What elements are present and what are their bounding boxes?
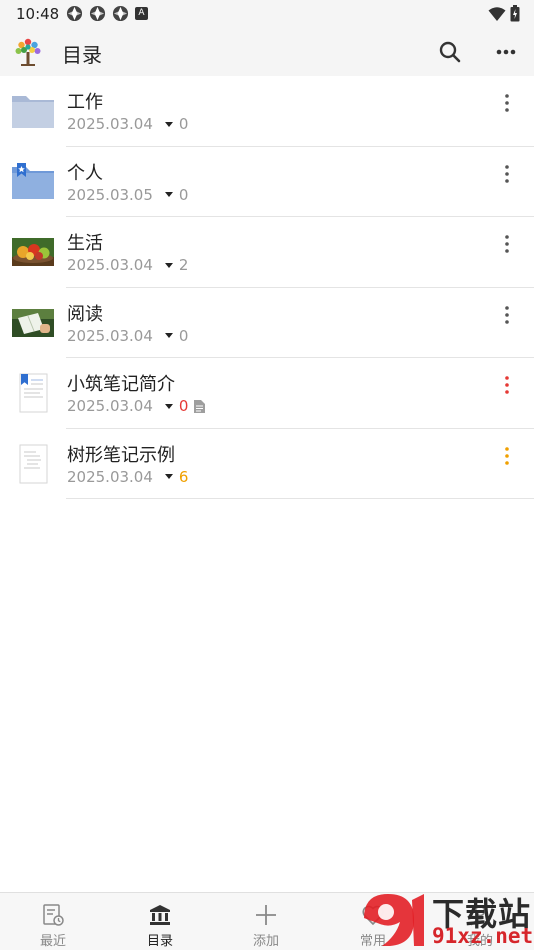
caret-down-icon[interactable] — [164, 403, 173, 409]
item-count: 0 — [178, 185, 189, 204]
watermark-text-bottom: 91xz.net — [432, 924, 534, 948]
battery-icon — [510, 5, 520, 22]
caret-down-icon[interactable] — [164, 474, 173, 479]
nav-label: 最近 — [39, 934, 66, 949]
status-system-icons — [488, 5, 520, 22]
item-date: 2025.03.04 — [67, 115, 153, 133]
divider — [66, 498, 534, 499]
item-count: 6 — [178, 467, 189, 486]
bookmark-folder-icon — [12, 162, 54, 199]
item-meta: 2025.03.04 6 — [67, 468, 188, 486]
item-meta: 2025.03.04 0 — [67, 397, 206, 415]
app-notification-icon — [66, 5, 83, 22]
more-vertical-icon[interactable] — [496, 163, 518, 185]
item-date: 2025.03.04 — [67, 256, 153, 274]
item-date: 2025.03.04 — [67, 326, 153, 345]
status-bar: 10:48 A — [0, 0, 534, 28]
nav-label: 目录 — [146, 934, 173, 949]
fruit-photo-icon — [12, 238, 54, 266]
wifi-icon — [488, 6, 506, 21]
more-horizontal-icon[interactable] — [492, 38, 520, 66]
page-title: 目录 — [62, 43, 102, 67]
item-date: 2025.03.04 — [67, 397, 153, 415]
document-icon — [19, 444, 48, 483]
status-time: 10:48 — [16, 5, 60, 23]
a-badge-icon: A — [135, 7, 148, 20]
item-date: 2025.03.04 — [67, 467, 153, 486]
app-notification-icon — [89, 5, 106, 22]
more-vertical-icon[interactable] — [496, 374, 518, 396]
item-date: 2025.03.05 — [67, 185, 153, 204]
status-notification-icons: A — [66, 5, 148, 22]
item-meta: 2025.03.04 0 — [67, 115, 188, 133]
more-vertical-icon[interactable] — [496, 304, 518, 326]
app-notification-icon — [112, 5, 129, 22]
nav-add[interactable]: 添加 — [213, 893, 319, 950]
list-item[interactable]: 阅读 2025.03.04 0 — [0, 288, 534, 358]
item-title: 生活 — [67, 233, 103, 254]
item-title: 个人 — [67, 162, 103, 184]
list-item[interactable]: 树形笔记示例 2025.03.04 6 — [0, 429, 534, 499]
item-title: 树形笔记示例 — [67, 444, 175, 466]
reading-photo-icon — [12, 308, 54, 337]
app-bar: 目录 — [0, 28, 534, 76]
caret-down-icon[interactable] — [164, 262, 173, 268]
caret-down-icon[interactable] — [164, 121, 173, 127]
list-item[interactable]: 小筑笔记简介 2025.03.04 0 — [0, 358, 534, 429]
list-item[interactable]: 个人 2025.03.05 0 — [0, 147, 534, 217]
caret-down-icon[interactable] — [164, 333, 173, 338]
nav-recent[interactable]: 最近 — [0, 893, 106, 950]
item-meta: 2025.03.04 2 — [67, 256, 188, 274]
item-title: 阅读 — [67, 303, 103, 325]
more-vertical-icon[interactable] — [496, 233, 518, 255]
nav-directory[interactable]: 目录 — [107, 893, 213, 950]
tree-logo-icon — [15, 38, 41, 66]
recent-note-icon — [43, 904, 64, 926]
directory-list: 工作 2025.03.04 0 个人 2025.03.05 0 生活 2025.… — [0, 76, 534, 499]
caret-down-icon[interactable] — [164, 192, 173, 197]
list-item[interactable]: 工作 2025.03.04 0 — [0, 76, 534, 147]
more-vertical-icon[interactable] — [496, 445, 518, 467]
item-title: 工作 — [67, 92, 103, 113]
folder-icon — [12, 96, 54, 128]
item-meta: 2025.03.05 0 — [67, 186, 188, 204]
item-count: 0 — [178, 115, 189, 133]
library-icon — [150, 905, 170, 925]
nav-label: 添加 — [252, 934, 279, 949]
item-count: 0 — [178, 397, 189, 415]
item-title: 小筑笔记简介 — [67, 374, 175, 395]
more-vertical-icon[interactable] — [496, 92, 518, 114]
list-item[interactable]: 生活 2025.03.04 2 — [0, 217, 534, 288]
item-count: 2 — [178, 256, 189, 274]
item-meta: 2025.03.04 0 — [67, 327, 188, 345]
search-icon[interactable] — [436, 38, 464, 66]
item-count: 0 — [178, 326, 189, 345]
bookmark-document-icon — [19, 373, 48, 413]
add-icon — [256, 905, 276, 925]
document-indicator-icon — [194, 399, 206, 413]
